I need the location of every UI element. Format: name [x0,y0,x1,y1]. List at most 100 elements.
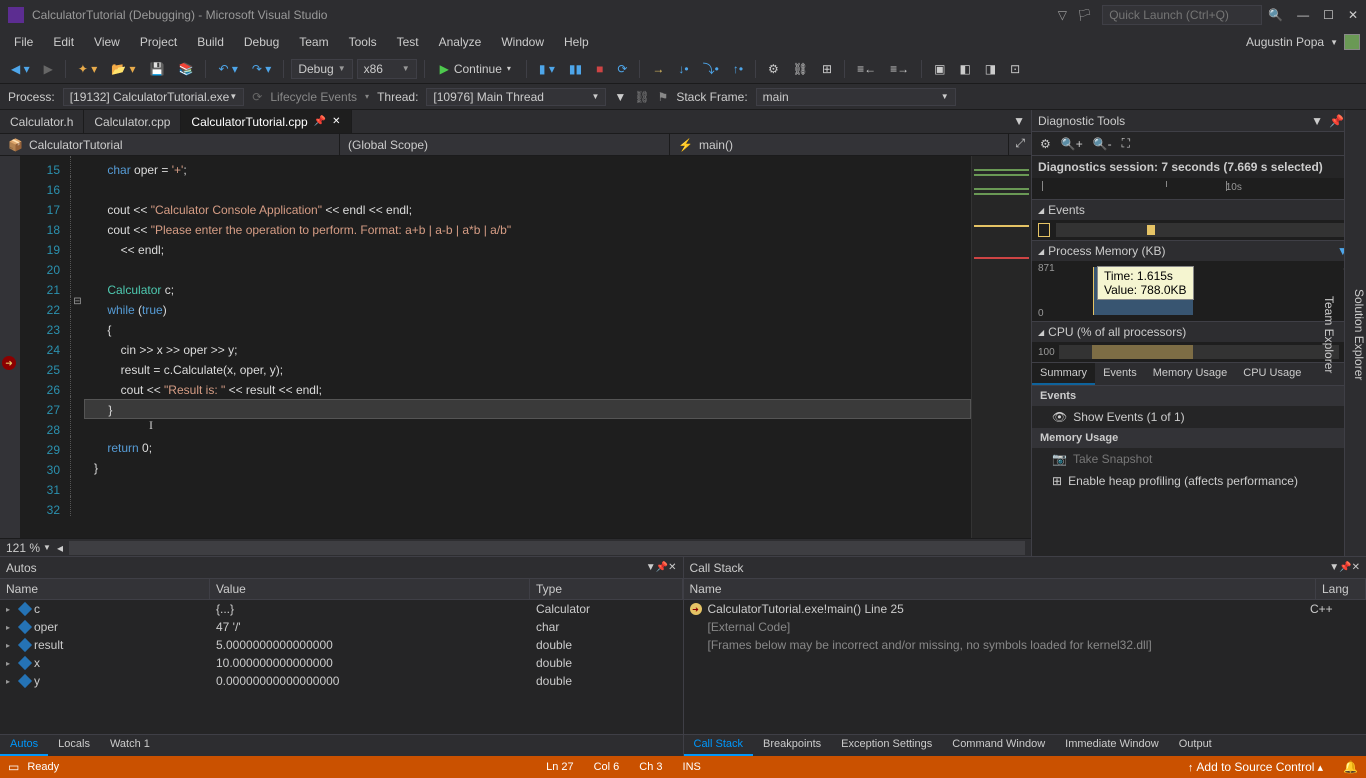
quick-launch-input[interactable] [1102,5,1262,25]
close-tab-icon[interactable]: ✕ [332,116,340,127]
thread-dropdown[interactable]: [10976] Main Thread▼ [426,88,606,106]
config-dropdown[interactable]: Debug▼ [291,59,352,79]
menu-tools[interactable]: Tools [341,33,385,51]
horizontal-scrollbar[interactable] [69,541,1025,555]
tab-calculatortutorial-cpp[interactable]: CalculatorTutorial.cpp📌✕ [181,110,351,133]
feedback-icon[interactable]: 🏳 [1077,8,1092,22]
platform-dropdown[interactable]: x86▼ [357,59,417,79]
diag-settings-icon[interactable]: ⚙ [1040,137,1051,151]
diag-tab-cpu[interactable]: CPU Usage [1235,363,1309,385]
menu-team[interactable]: Team [291,33,336,51]
events-section-label[interactable]: Events [1048,203,1085,217]
menu-debug[interactable]: Debug [236,33,287,51]
status-ins[interactable]: INS [683,761,701,773]
diag-timeline[interactable]: 10s [1032,178,1366,200]
autos-col-type[interactable]: Type [530,579,683,599]
pin-icon[interactable]: 📌 [314,116,326,127]
panel-close-icon[interactable]: ✕ [668,562,676,573]
team-explorer-tab[interactable]: Team Explorer [1322,296,1336,373]
panel-pin-icon[interactable]: 📌 [1339,562,1351,573]
diag-zoomin-icon[interactable]: 🔍+ [1061,137,1083,151]
solution-explorer-tab[interactable]: Solution Explorer [1352,289,1366,380]
notifications-icon[interactable]: 🔔 [1343,760,1358,774]
continue-button[interactable]: ▶Continue▾ [432,60,519,78]
next-statement-button[interactable]: → [647,59,669,79]
callstack-row[interactable]: [External Code] [684,618,1366,636]
lifecycle-label[interactable]: Lifecycle Events [270,90,357,104]
heap-profiling-link[interactable]: ⊞Enable heap profiling (affects performa… [1032,470,1366,492]
tb-icon-8[interactable]: ◨ [980,59,1001,79]
status-col[interactable]: Col 6 [594,761,620,773]
undo-button[interactable]: ↶ ▾ [213,59,242,79]
pause-button[interactable]: ▮▮ [564,59,587,79]
scroll-left-icon[interactable]: ◂ [57,541,63,555]
tb-icon-6[interactable]: ▣ [929,59,950,79]
callstack-row[interactable]: [Frames below may be incorrect and/or mi… [684,636,1366,654]
tab-calculator-cpp[interactable]: Calculator.cpp [84,110,181,133]
notification-icon[interactable]: ▽ [1058,8,1067,22]
menu-project[interactable]: Project [132,33,185,51]
step-out-button[interactable]: ↑• [728,59,748,79]
scope-namespace-dropdown[interactable]: (Global Scope) [340,134,670,155]
diag-reset-icon[interactable]: ⛶ [1122,136,1130,151]
tb-icon-7[interactable]: ◧ [954,59,975,79]
panel-dropdown-icon[interactable]: ▼ [1329,562,1339,573]
tab-command[interactable]: Command Window [942,735,1055,756]
stackframe-dropdown[interactable]: main▼ [756,88,956,106]
scope-project-dropdown[interactable]: 📦 CalculatorTutorial [0,134,340,155]
tab-exception[interactable]: Exception Settings [831,735,942,756]
diag-zoomout-icon[interactable]: 🔍- [1093,137,1112,151]
threads-icon[interactable]: ⛓ [634,90,649,104]
status-line[interactable]: Ln 27 [546,761,574,773]
process-dropdown[interactable]: [19132] CalculatorTutorial.exe▼ [63,88,245,106]
nav-fwd-button[interactable]: ▶ [39,59,58,79]
tb-icon-1[interactable]: ⚙ [763,59,784,79]
tb-icon-2[interactable]: ⛓ [788,59,813,79]
memory-chart[interactable]: 871 871 0 0 Time: 1.615s Value: 788.0KB [1032,261,1366,321]
cpu-section-label[interactable]: CPU (% of all processors) [1048,325,1186,339]
autos-col-name[interactable]: Name [0,579,210,599]
diag-tab-summary[interactable]: Summary [1032,363,1095,385]
step-over-button[interactable]: ⤵• [698,57,724,80]
split-editor-icon[interactable]: ⤢ [1009,134,1031,155]
tab-output[interactable]: Output [1169,735,1222,756]
stop-button[interactable]: ■ [591,59,608,79]
tab-callstack[interactable]: Call Stack [684,735,754,756]
panel-dropdown-icon[interactable]: ▼ [646,562,656,573]
tb-icon-9[interactable]: ⊡ [1005,59,1025,79]
menu-window[interactable]: Window [493,33,552,51]
menu-help[interactable]: Help [556,33,597,51]
flag-icon[interactable]: ⚑ [658,90,669,104]
menu-test[interactable]: Test [389,33,427,51]
filter-icon[interactable]: ▼ [614,90,626,104]
tb-icon-5[interactable]: ≡→ [885,59,914,79]
scope-function-dropdown[interactable]: ⚡ main() [670,134,1009,155]
menu-file[interactable]: File [6,33,41,51]
diag-tab-events[interactable]: Events [1095,363,1145,385]
tab-calculator-h[interactable]: Calculator.h [0,110,84,133]
zoom-level[interactable]: 121 % [6,541,40,555]
panel-pin-icon[interactable]: 📌 [1329,114,1344,128]
minimize-button[interactable]: — [1297,8,1309,22]
autos-row[interactable]: ▸result5.0000000000000000double [0,636,683,654]
execution-pointer-icon[interactable]: ➜ [2,356,16,370]
break-all-button[interactable]: ▮ ▾ [534,59,560,79]
cpu-chart[interactable]: 100 100 [1032,342,1366,362]
tab-breakpoints[interactable]: Breakpoints [753,735,831,756]
tb-icon-4[interactable]: ≡← [852,59,881,79]
tab-locals[interactable]: Locals [48,735,100,756]
save-all-button[interactable]: 📚 [174,59,199,79]
autos-row[interactable]: ▸x10.000000000000000double [0,654,683,672]
show-events-link[interactable]: 👁Show Events (1 of 1) [1032,406,1366,428]
tab-watch1[interactable]: Watch 1 [100,735,160,756]
save-button[interactable]: 💾 [145,59,170,79]
memory-section-label[interactable]: Process Memory (KB) [1048,244,1165,258]
overview-ruler[interactable] [971,156,1031,538]
new-project-button[interactable]: ✦ ▾ [73,59,102,79]
tb-icon-3[interactable]: ⊞ [817,59,837,79]
nav-back-button[interactable]: ◀ ▾ [6,59,35,79]
autos-row[interactable]: ▸y0.00000000000000000double [0,672,683,690]
cs-col-name[interactable]: Name [684,579,1317,599]
diag-tab-memory[interactable]: Memory Usage [1145,363,1236,385]
tab-autos[interactable]: Autos [0,735,48,756]
